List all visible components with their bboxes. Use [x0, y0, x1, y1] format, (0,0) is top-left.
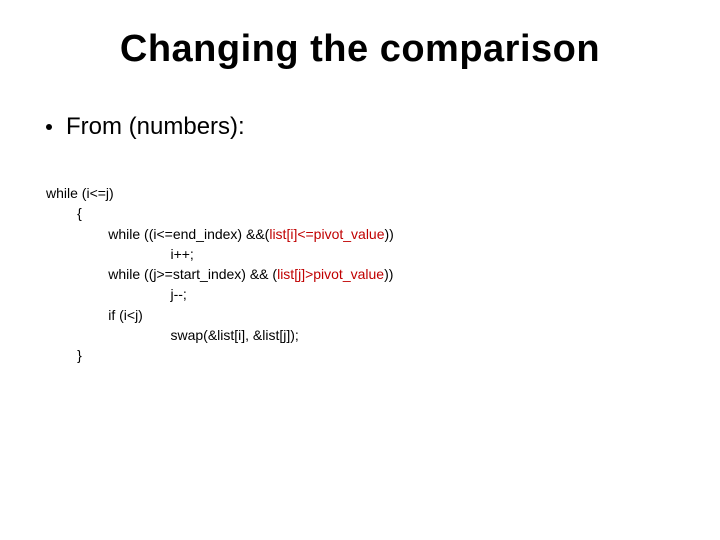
- code-highlight: list[i]<=pivot_value: [269, 226, 384, 242]
- code-line: {: [46, 205, 82, 221]
- code-line: while ((i<=end_index) &&(: [46, 226, 269, 242]
- code-line: while (i<=j): [46, 185, 114, 201]
- code-highlight: list[j]>pivot_value: [277, 266, 384, 282]
- code-line: )): [385, 226, 394, 242]
- code-line: j--;: [46, 286, 187, 302]
- code-line: while ((j>=start_index) && (: [46, 266, 277, 282]
- code-line: if (i<j): [46, 307, 143, 323]
- bullet-item: From (numbers):: [40, 113, 680, 141]
- code-line: i++;: [46, 246, 194, 262]
- bullet-text: From (numbers):: [66, 113, 245, 141]
- slide: Changing the comparison From (numbers): …: [0, 0, 720, 540]
- code-block: while (i<=j) { while ((i<=end_index) &&(…: [40, 183, 680, 366]
- slide-title: Changing the comparison: [40, 28, 680, 71]
- code-line: swap(&list[i], &list[j]);: [46, 327, 299, 343]
- bullet-dot-icon: [46, 124, 52, 130]
- code-line: }: [46, 347, 82, 363]
- code-line: )): [384, 266, 393, 282]
